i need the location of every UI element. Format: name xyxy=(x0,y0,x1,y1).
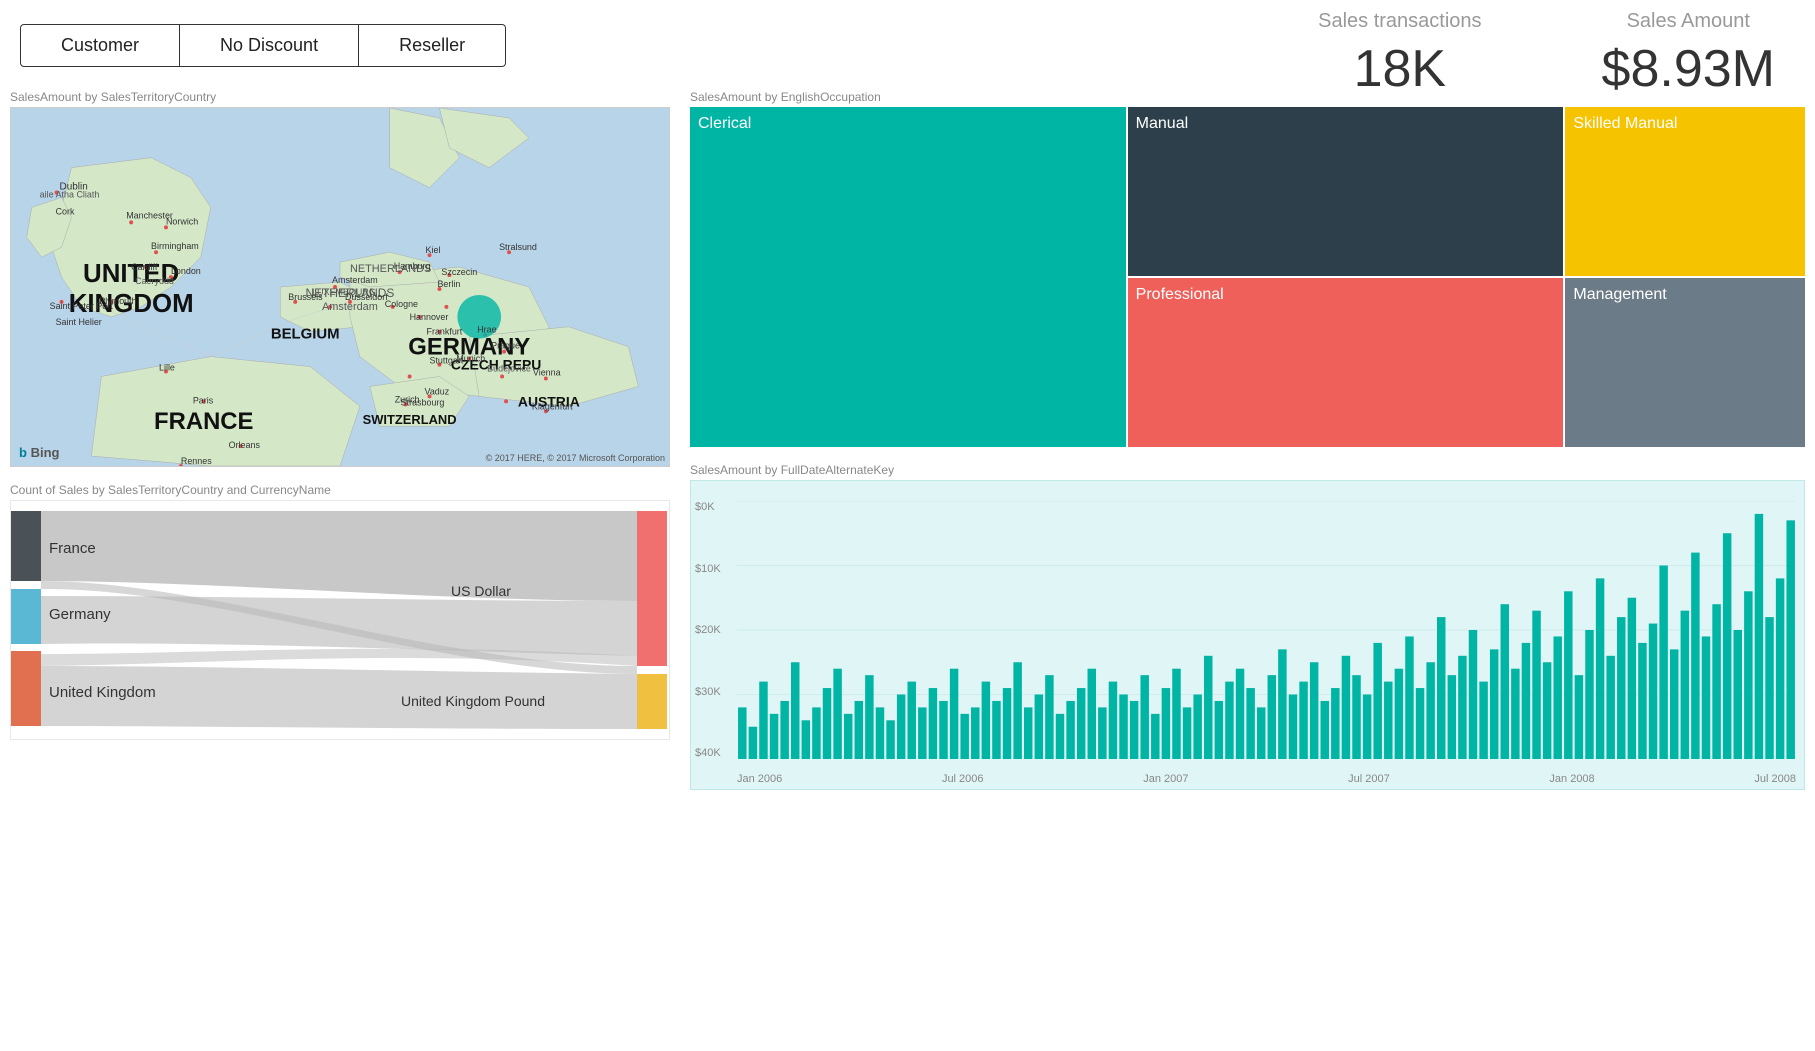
timeseries-container[interactable]: $40K $30K $20K $10K $0K xyxy=(690,480,1805,790)
svg-text:Szczecin: Szczecin xyxy=(441,267,477,277)
no-discount-filter-button[interactable]: No Discount xyxy=(180,24,359,67)
svg-text:Orleans: Orleans xyxy=(229,440,261,450)
map-section: SalesAmount by SalesTerritoryCountry xyxy=(10,90,670,467)
x-label-jan2006: Jan 2006 xyxy=(737,773,782,785)
svg-text:United Kingdom: United Kingdom xyxy=(49,684,156,701)
svg-text:Hrae: Hrae xyxy=(477,325,496,335)
svg-text:BELGIUM: BELGIUM xyxy=(271,327,340,343)
svg-text:Cork: Cork xyxy=(56,206,75,216)
treemap-cell-professional[interactable]: Professional xyxy=(1128,278,1564,447)
svg-text:Lille: Lille xyxy=(159,363,175,373)
sales-transactions-value: 18K xyxy=(1318,39,1481,99)
chart-x-labels: Jan 2006 Jul 2006 Jan 2007 Jul 2007 Jan … xyxy=(737,773,1796,785)
svg-text:Rennes: Rennes xyxy=(181,456,212,466)
chart-y-labels: $40K $30K $20K $10K $0K xyxy=(691,501,737,759)
treemap-label-management: Management xyxy=(1573,286,1666,304)
timeseries-section: SalesAmount by FullDateAlternateKey $40K… xyxy=(690,463,1805,1051)
x-label-jul2006: Jul 2006 xyxy=(942,773,984,785)
svg-text:US Dollar: US Dollar xyxy=(451,583,511,599)
map-copyright: © 2017 HERE, © 2017 Microsoft Corporatio… xyxy=(486,453,665,463)
svg-text:United Kingdom Pound: United Kingdom Pound xyxy=(401,693,545,709)
customer-filter-button[interactable]: Customer xyxy=(20,24,180,67)
sales-transactions-kpi: Sales transactions 18K xyxy=(1318,10,1481,99)
x-label-jul2008: Jul 2008 xyxy=(1754,773,1796,785)
svg-text:Munich: Munich xyxy=(456,354,485,364)
svg-text:Amsterdam: Amsterdam xyxy=(322,301,378,313)
svg-text:Cologne: Cologne xyxy=(385,299,418,309)
x-label-jul2007: Jul 2007 xyxy=(1348,773,1390,785)
treemap-cell-skilled-manual[interactable]: Skilled Manual xyxy=(1565,107,1805,276)
sankey-section: Count of Sales by SalesTerritoryCountry … xyxy=(10,483,670,740)
svg-text:Norwich: Norwich xyxy=(166,216,198,226)
sales-amount-kpi: Sales Amount $8.93M xyxy=(1602,10,1775,99)
sankey-container[interactable]: France Germany United Kingdom US Dollar … xyxy=(10,500,670,740)
svg-text:Cardiff: Cardiff xyxy=(131,262,158,272)
svg-text:Birmingham: Birmingham xyxy=(151,241,199,251)
svg-text:Stralsund: Stralsund xyxy=(499,242,537,252)
treemap-cell-clerical[interactable]: Clerical xyxy=(690,107,1126,447)
svg-text:London: London xyxy=(171,266,201,276)
svg-text:Budejovice: Budejovice xyxy=(487,364,531,374)
x-label-jan2007: Jan 2007 xyxy=(1143,773,1188,785)
svg-text:Berlin: Berlin xyxy=(437,279,460,289)
svg-text:Prague: Prague xyxy=(491,341,520,351)
svg-text:Amsterdam: Amsterdam xyxy=(332,275,378,285)
svg-text:Frankfurt: Frankfurt xyxy=(427,327,463,337)
svg-text:Kiel: Kiel xyxy=(426,245,441,255)
svg-text:FRANCE: FRANCE xyxy=(154,408,253,435)
sales-amount-value: $8.93M xyxy=(1602,39,1775,99)
svg-text:SWITZERLAND: SWITZERLAND xyxy=(363,412,457,427)
svg-text:Vaduz: Vaduz xyxy=(425,386,450,396)
svg-text:Hannover: Hannover xyxy=(410,312,449,322)
chart-bars xyxy=(737,501,1796,759)
treemap-cell-manual[interactable]: Manual xyxy=(1128,107,1564,276)
svg-text:Vienna: Vienna xyxy=(533,368,561,378)
sankey-title: Count of Sales by SalesTerritoryCountry … xyxy=(10,483,670,497)
svg-text:Hamburg: Hamburg xyxy=(394,261,431,271)
y-label-40k: $40K xyxy=(695,747,733,759)
treemap-label-manual: Manual xyxy=(1136,115,1188,133)
svg-text:France: France xyxy=(49,540,96,557)
svg-text:Saint Helier: Saint Helier xyxy=(56,317,102,327)
map-title: SalesAmount by SalesTerritoryCountry xyxy=(10,90,670,104)
y-label-20k: $20K xyxy=(695,624,733,636)
treemap-container[interactable]: Clerical Manual Skilled Manual Professio… xyxy=(690,107,1805,447)
treemap-section: SalesAmount by EnglishOccupation Clerica… xyxy=(690,90,1805,447)
svg-text:aile Atha Cliath: aile Atha Cliath xyxy=(40,190,100,200)
map-container[interactable]: UNITED KINGDOM FRANCE GERMANY BELGIUM NE… xyxy=(10,107,670,467)
bing-logo: b Bing xyxy=(19,445,59,460)
svg-text:Dusseldorf: Dusseldorf xyxy=(345,292,388,302)
treemap-cell-management[interactable]: Management xyxy=(1565,278,1805,447)
svg-text:Saint Peter Port: Saint Peter Port xyxy=(50,301,114,311)
y-label-30k: $30K xyxy=(695,686,733,698)
reseller-filter-button[interactable]: Reseller xyxy=(359,24,506,67)
y-label-0k: $0K xyxy=(695,501,733,513)
svg-text:Germany: Germany xyxy=(49,606,111,623)
timeseries-title: SalesAmount by FullDateAlternateKey xyxy=(690,463,1805,477)
sales-transactions-label: Sales transactions xyxy=(1318,10,1481,33)
svg-text:Paris: Paris xyxy=(193,395,214,405)
x-label-jan2008: Jan 2008 xyxy=(1549,773,1594,785)
treemap-label-clerical: Clerical xyxy=(698,115,751,133)
svg-text:Caeryddd: Caeryddd xyxy=(135,276,174,286)
treemap-label-skilled-manual: Skilled Manual xyxy=(1573,115,1677,133)
y-label-10k: $10K xyxy=(695,563,733,575)
sales-amount-label: Sales Amount xyxy=(1602,10,1775,33)
svg-text:Klagenfurt: Klagenfurt xyxy=(532,401,573,411)
treemap-label-professional: Professional xyxy=(1136,286,1224,304)
svg-text:Zurich: Zurich xyxy=(395,394,420,404)
